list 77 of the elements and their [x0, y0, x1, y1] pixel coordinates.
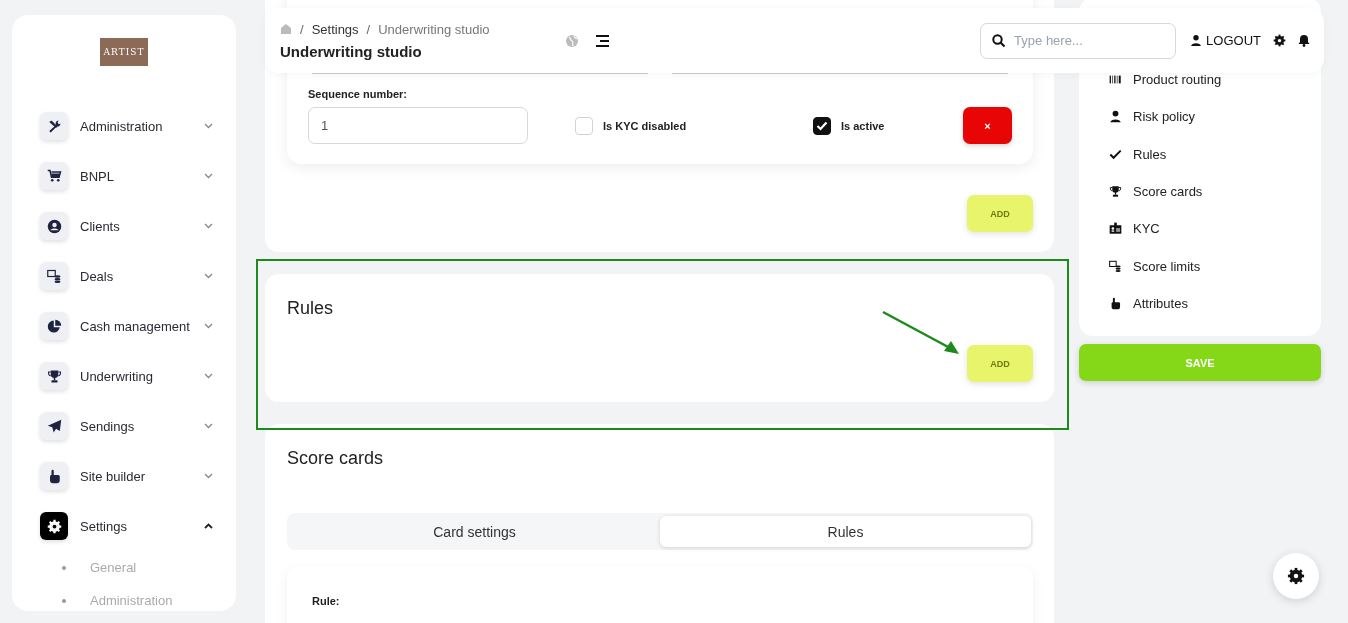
coins-icon — [46, 268, 62, 284]
sidebar-item[interactable]: Administration — [80, 118, 192, 134]
checkbox-label: Is active — [841, 119, 886, 132]
search-field[interactable]: Type here... — [980, 22, 1177, 59]
coins-icon — [1109, 259, 1122, 273]
cart-icon-tile[interactable] — [40, 162, 68, 190]
tools-icon-tile[interactable] — [40, 112, 68, 140]
bell-icon[interactable] — [1298, 34, 1310, 47]
chevron-down-icon[interactable] — [204, 473, 213, 479]
sidebar-item[interactable]: Settings — [80, 518, 192, 534]
search-icon — [992, 33, 1007, 48]
chevron-down-icon[interactable] — [204, 273, 213, 279]
user-icon — [1190, 34, 1203, 47]
id-card-icon — [1109, 222, 1122, 236]
chevron-up-icon[interactable] — [204, 523, 213, 529]
settings-icon — [1287, 567, 1305, 585]
chevron-down-icon[interactable] — [204, 423, 213, 429]
paper-plane-icon-tile[interactable] — [40, 412, 68, 440]
user-icon-tile[interactable] — [40, 212, 68, 240]
chevron-down-icon[interactable] — [204, 223, 213, 229]
settings-icon — [46, 518, 62, 534]
sidebar-item[interactable]: Underwriting — [80, 368, 192, 384]
sidebar-item[interactable]: Site builder — [80, 468, 192, 484]
breadcrumb-link[interactable]: Underwriting studio — [378, 21, 490, 37]
bullet-dot — [62, 598, 66, 603]
check-icon — [1109, 147, 1122, 161]
section-title: Rules — [287, 297, 335, 319]
breadcrumb-separator: / — [366, 21, 371, 37]
settings-icon — [1273, 34, 1286, 47]
coins-icon-tile[interactable] — [40, 262, 68, 290]
artist-logo[interactable]: ARTIST — [100, 38, 148, 66]
tab[interactable]: Rules — [660, 516, 1031, 547]
pie-chart-icon — [46, 318, 62, 334]
tab[interactable]: Card settings — [289, 516, 660, 547]
section-link[interactable]: Attributes — [1133, 295, 1188, 311]
field-label: Rule: — [312, 595, 340, 607]
menu-icon[interactable] — [595, 34, 610, 47]
user-icon — [1109, 110, 1122, 124]
breadcrumb-link[interactable]: Settings — [311, 21, 359, 37]
sidebar-item[interactable]: BNPL — [80, 168, 192, 184]
trophy-icon — [1109, 185, 1122, 199]
sidebar-item[interactable]: Sendings — [80, 418, 192, 434]
settings-button[interactable] — [1273, 553, 1319, 599]
section-title: Score cards — [287, 447, 385, 469]
page-title: Underwriting studio — [280, 42, 423, 60]
sidebar-item[interactable]: Clients — [80, 218, 192, 234]
pointing-hand-icon-tile[interactable] — [40, 462, 68, 490]
section-link[interactable]: Score limits — [1133, 258, 1201, 274]
paper-plane-icon — [46, 418, 62, 434]
section-link[interactable]: Risk policy — [1133, 109, 1196, 125]
sequence-number-field[interactable]: 1 — [308, 107, 528, 144]
pointing-hand-icon — [1109, 296, 1122, 310]
section-link[interactable]: Product routing — [1133, 72, 1222, 88]
chevron-down-icon[interactable] — [204, 373, 213, 379]
section-link[interactable]: Rules — [1133, 146, 1167, 162]
chevron-down-icon[interactable] — [204, 173, 213, 179]
sidebar-item[interactable]: Cash management — [80, 318, 192, 334]
sidebar-item[interactable]: Deals — [80, 268, 192, 284]
trophy-icon — [46, 368, 62, 384]
chevron-down-icon[interactable] — [204, 323, 213, 329]
pie-chart-icon-tile[interactable] — [40, 312, 68, 340]
trophy-icon-tile[interactable] — [40, 362, 68, 390]
user-icon — [46, 218, 62, 234]
field-label: Sequence number: — [308, 88, 409, 100]
checkbox-label: Is KYC disabled — [603, 119, 688, 132]
logout-button[interactable]: LOGOUT — [1190, 33, 1261, 48]
section-link[interactable]: Score cards — [1133, 184, 1203, 200]
settings-icon-tile[interactable] — [40, 512, 68, 540]
delete-button[interactable]: × — [963, 107, 1012, 144]
breadcrumb-separator: / — [300, 21, 304, 37]
add-button[interactable]: ADD — [967, 345, 1033, 382]
chevron-down-icon[interactable] — [204, 123, 213, 129]
checkbox[interactable] — [813, 116, 831, 135]
add-button[interactable]: ADD — [967, 195, 1033, 232]
section-link[interactable]: KYC — [1133, 221, 1160, 237]
bullet-dot — [62, 565, 66, 570]
cart-icon — [46, 168, 62, 184]
